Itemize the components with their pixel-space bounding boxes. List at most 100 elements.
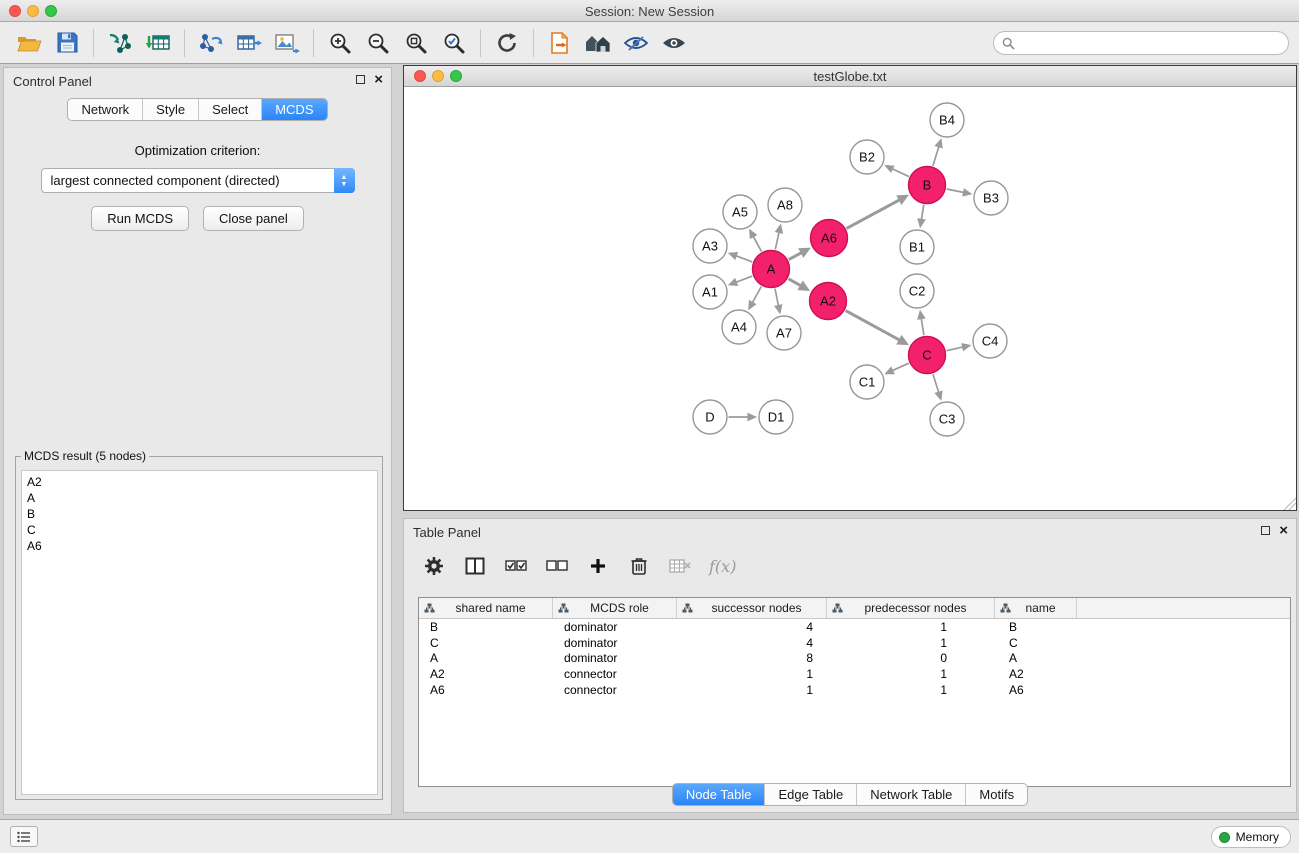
graph-edge-B-B2[interactable] <box>892 169 909 177</box>
task-history-button[interactable] <box>10 826 38 847</box>
graph-node-C2[interactable]: C2 <box>900 274 934 308</box>
table-row[interactable]: A6connector11A6 <box>419 682 1290 698</box>
table-row[interactable]: Bdominator41B <box>419 619 1290 635</box>
graph-node-A1[interactable]: A1 <box>693 275 727 309</box>
result-item[interactable]: A <box>27 490 372 506</box>
delete-table-button[interactable] <box>668 552 692 580</box>
export-image-button[interactable] <box>268 26 306 60</box>
graph-node-B4[interactable]: B4 <box>930 103 964 137</box>
graph-edge-A-A3[interactable] <box>736 256 753 262</box>
table-row[interactable]: Adominator80A <box>419 651 1290 667</box>
graph-node-C1[interactable]: C1 <box>850 365 884 399</box>
result-item[interactable]: C <box>27 522 372 538</box>
import-network-button[interactable] <box>101 26 139 60</box>
tab-network[interactable]: Network <box>68 99 143 120</box>
graph-node-A4[interactable]: A4 <box>722 310 756 344</box>
select-all-columns-button[interactable] <box>504 552 528 580</box>
apply-preferred-layout-button[interactable] <box>488 26 526 60</box>
import-table-button[interactable] <box>139 26 177 60</box>
zoom-in-button[interactable] <box>321 26 359 60</box>
tab-style[interactable]: Style <box>143 99 199 120</box>
graph-node-B[interactable]: B <box>909 167 946 204</box>
close-panel-icon[interactable]: × <box>374 74 383 85</box>
graph-edge-A-A2[interactable] <box>788 279 801 286</box>
graph-edge-A2-C[interactable] <box>846 311 900 341</box>
tab-motifs[interactable]: Motifs <box>966 784 1027 805</box>
graph-edge-A-A8[interactable] <box>775 232 779 250</box>
float-panel-icon[interactable] <box>356 75 365 84</box>
graph-edge-B-B1[interactable] <box>921 205 923 220</box>
show-graphics-details-button[interactable] <box>655 26 693 60</box>
open-session-button[interactable] <box>10 26 48 60</box>
resize-grip[interactable] <box>1283 497 1296 510</box>
zoom-selected-button[interactable] <box>435 26 473 60</box>
float-table-panel-icon[interactable] <box>1261 526 1270 535</box>
result-item[interactable]: A2 <box>27 474 372 490</box>
graph-node-D[interactable]: D <box>693 400 727 434</box>
network-document-button[interactable] <box>541 26 579 60</box>
graph-node-D1[interactable]: D1 <box>759 400 793 434</box>
memory-button[interactable]: Memory <box>1211 826 1291 848</box>
graph-edge-C-C4[interactable] <box>947 347 964 351</box>
graph-node-C[interactable]: C <box>909 337 946 374</box>
graph-node-C4[interactable]: C4 <box>973 324 1007 358</box>
home-view-button[interactable] <box>579 26 617 60</box>
graph-edge-A-A4[interactable] <box>752 287 761 303</box>
graph-node-A3[interactable]: A3 <box>693 229 727 263</box>
run-mcds-button[interactable]: Run MCDS <box>91 206 189 231</box>
tab-network-table[interactable]: Network Table <box>857 784 966 805</box>
network-canvas[interactable]: B4 B2 B B3 A5 A8 A6 A3 B1 A C2 A1 A2 A4 A7 C4 C C1 D D1 C3 <box>404 87 1296 510</box>
graph-node-A5[interactable]: A5 <box>723 195 757 229</box>
graph-edge-C-C3[interactable] <box>933 374 939 393</box>
delete-column-button[interactable] <box>627 552 651 580</box>
graph-node-A2[interactable]: A2 <box>810 283 847 320</box>
graph-node-B1[interactable]: B1 <box>900 230 934 264</box>
zoom-out-button[interactable] <box>359 26 397 60</box>
column-header-predecessor-nodes[interactable]: predecessor nodes <box>827 598 995 618</box>
result-item[interactable]: B <box>27 506 372 522</box>
column-header-shared-name[interactable]: shared name <box>419 598 553 618</box>
graph-edge-C-C2[interactable] <box>921 318 924 335</box>
annotation-eye-button[interactable] <box>617 26 655 60</box>
table-settings-button[interactable] <box>422 552 446 580</box>
graph-edge-A-A6[interactable] <box>789 253 802 260</box>
table-row[interactable]: A2connector11A2 <box>419 666 1290 682</box>
show-columns-button[interactable] <box>463 552 487 580</box>
network-window-titlebar[interactable]: testGlobe.txt <box>404 66 1296 87</box>
search-box[interactable] <box>993 31 1289 55</box>
function-builder-button[interactable]: f(x) <box>709 552 736 580</box>
network-graph[interactable]: B4 B2 B B3 A5 A8 A6 A3 B1 A C2 A1 A2 A4 A7 C4 C C1 D D1 C3 <box>404 87 1296 510</box>
graph-node-A8[interactable]: A8 <box>768 188 802 222</box>
graph-edge-B-B3[interactable] <box>947 189 964 193</box>
result-item[interactable]: A6 <box>27 538 372 554</box>
graph-node-C3[interactable]: C3 <box>930 402 964 436</box>
graph-edge-A-A1[interactable] <box>736 276 753 282</box>
graph-node-A[interactable]: A <box>753 251 790 288</box>
criterion-dropdown[interactable]: largest connected component (directed) ▲… <box>41 168 355 193</box>
graph-edge-C-C1[interactable] <box>892 363 909 370</box>
zoom-fit-button[interactable] <box>397 26 435 60</box>
tab-mcds[interactable]: MCDS <box>262 99 326 120</box>
search-input[interactable] <box>1020 33 1288 53</box>
graph-edge-A6-B[interactable] <box>847 200 900 229</box>
create-column-button[interactable] <box>586 552 610 580</box>
export-table-button[interactable] <box>230 26 268 60</box>
table-row[interactable]: Cdominator41C <box>419 635 1290 651</box>
deselect-all-columns-button[interactable] <box>545 552 569 580</box>
graph-node-A7[interactable]: A7 <box>767 316 801 350</box>
graph-node-B2[interactable]: B2 <box>850 140 884 174</box>
column-header-name[interactable]: name <box>995 598 1077 618</box>
graph-edge-B-B4[interactable] <box>933 146 939 166</box>
close-panel-button[interactable]: Close panel <box>203 206 304 231</box>
close-table-panel-icon[interactable]: × <box>1279 525 1288 536</box>
export-network-button[interactable] <box>192 26 230 60</box>
tab-select[interactable]: Select <box>199 99 262 120</box>
graph-edge-A-A5[interactable] <box>753 236 761 251</box>
graph-node-A6[interactable]: A6 <box>811 220 848 257</box>
graph-edge-A-A7[interactable] <box>775 289 779 306</box>
graph-node-B3[interactable]: B3 <box>974 181 1008 215</box>
save-session-button[interactable] <box>48 26 86 60</box>
tab-edge-table[interactable]: Edge Table <box>765 784 857 805</box>
column-header-MCDS-role[interactable]: MCDS role <box>553 598 677 618</box>
node-table[interactable]: shared nameMCDS rolesuccessor nodesprede… <box>418 597 1291 787</box>
